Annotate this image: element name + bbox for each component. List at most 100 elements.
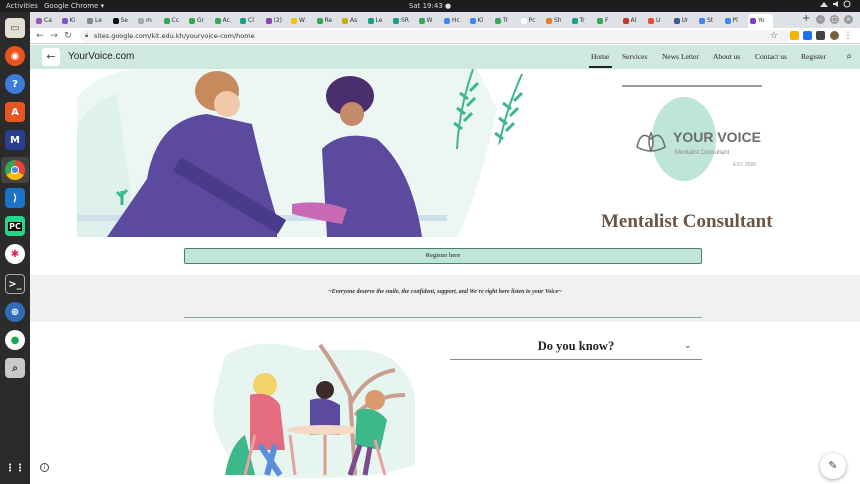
browser-tab[interactable]: Pc: [519, 14, 544, 28]
logo-established: EST. 2020: [733, 162, 756, 168]
mongodb-icon[interactable]: ●: [5, 330, 25, 350]
firefox-icon[interactable]: ◉: [5, 46, 25, 66]
logo-text: YOUR VOICE: [673, 129, 761, 145]
tab-favicon-icon: [291, 18, 297, 24]
browser-tab[interactable]: SR: [391, 14, 416, 28]
pycharm-icon[interactable]: PC: [5, 216, 25, 236]
forward-arrow-icon[interactable]: →: [48, 30, 60, 42]
browser-tab[interactable]: Ac: [213, 14, 238, 28]
tab-label: m: [146, 17, 152, 24]
edit-pencil-icon[interactable]: ✎: [820, 453, 846, 479]
files-icon[interactable]: ▭: [5, 18, 25, 38]
new-tab-button[interactable]: +: [802, 13, 810, 24]
system-top-bar: Activities Google Chrome ▾ Sat 19:43 ●: [0, 0, 860, 12]
maximize-button[interactable]: □: [830, 15, 839, 24]
browser-tab[interactable]: Ki: [60, 14, 85, 28]
register-here-button[interactable]: Register here: [184, 248, 702, 264]
back-arrow-icon[interactable]: ←: [34, 30, 46, 42]
browser-tab[interactable]: F: [595, 14, 620, 28]
browser-tab[interactable]: (2): [264, 14, 289, 28]
tab-label: As: [350, 17, 358, 24]
tab-favicon-icon: [163, 18, 170, 24]
nav-register[interactable]: Register: [801, 45, 826, 69]
tab-label: U: [656, 17, 661, 24]
tab-label: Ki: [69, 17, 76, 24]
browser-tab[interactable]: Gr: [187, 14, 212, 28]
quote-section: ~Everyone deserve the smile, the confide…: [30, 275, 860, 322]
tab-favicon-icon: [87, 18, 93, 24]
browser-tab[interactable]: W: [417, 14, 442, 28]
extensions-puzzle-icon[interactable]: [816, 31, 825, 40]
browser-tab[interactable]: Le: [366, 14, 391, 28]
slack-icon[interactable]: ✱: [5, 244, 25, 264]
browser-tab[interactable]: U: [646, 14, 671, 28]
browser-tab[interactable]: m: [136, 14, 161, 28]
tab-favicon-icon: [393, 18, 399, 24]
browser-tab[interactable]: Al: [621, 14, 646, 28]
extension-icon-1[interactable]: [790, 31, 799, 40]
tab-label: Gr: [197, 17, 205, 24]
tab-favicon-icon: [240, 18, 246, 24]
site-title[interactable]: YourVoice.com: [68, 45, 134, 69]
browser-tab[interactable]: W: [289, 14, 314, 28]
show-apps-icon[interactable]: ⋮⋮: [5, 458, 25, 478]
nav-services[interactable]: Services: [622, 45, 647, 69]
browser-tab[interactable]: As: [340, 14, 365, 28]
nav-newsletter[interactable]: News Letter: [662, 45, 699, 69]
extension-icon-2[interactable]: [803, 31, 812, 40]
vscode-icon[interactable]: ⟩: [5, 188, 25, 208]
help-icon[interactable]: ?: [5, 74, 25, 94]
tab-label: F: [605, 17, 609, 24]
browser-tab[interactable]: Cc: [162, 14, 187, 28]
browser-tab[interactable]: Ca: [34, 14, 59, 28]
terminal-icon[interactable]: >_: [5, 274, 25, 294]
clock[interactable]: Sat 19:43 ●: [400, 0, 460, 12]
image-viewer-icon[interactable]: ⌕: [5, 358, 25, 378]
nav-about-us[interactable]: About us: [713, 45, 740, 69]
profile-avatar[interactable]: [830, 31, 839, 40]
chrome-menu-icon[interactable]: ⋮: [842, 30, 854, 42]
do-you-know-heading[interactable]: Do you know?: [450, 339, 702, 354]
chevron-down-icon[interactable]: ⌄: [684, 341, 692, 351]
writer-icon[interactable]: M: [5, 130, 25, 150]
system-tray[interactable]: [818, 0, 854, 12]
reload-icon[interactable]: ↻: [62, 30, 74, 42]
browser-tab[interactable]: St: [697, 14, 722, 28]
app-menu[interactable]: Google Chrome ▾: [44, 0, 104, 12]
minimize-button[interactable]: –: [816, 15, 825, 24]
browser-tab[interactable]: Hc: [442, 14, 467, 28]
browser-tab[interactable]: Pl: [723, 14, 748, 28]
active-nav-indicator: [589, 66, 612, 68]
browser-tab[interactable]: Kl: [468, 14, 493, 28]
chrome-icon[interactable]: [5, 160, 25, 180]
tray-icons: [820, 0, 851, 8]
browser-tab[interactable]: Se: [111, 14, 136, 28]
browser-tab[interactable]: Re: [315, 14, 340, 28]
info-icon[interactable]: i: [40, 463, 49, 472]
browser-tab[interactable]: Le: [85, 14, 110, 28]
browser-tab[interactable]: Cl: [238, 14, 263, 28]
browser-tab[interactable]: Sh: [544, 14, 569, 28]
browser-tab[interactable]: Yo: [748, 14, 773, 28]
website: ← YourVoice.com Home Services News Lette…: [30, 45, 860, 484]
volume-icon: [833, 1, 838, 7]
nav-contact-us[interactable]: Contact us: [755, 45, 787, 69]
activities-button[interactable]: Activities: [6, 0, 38, 12]
site-nav-bar: ← YourVoice.com Home Services News Lette…: [30, 45, 860, 69]
dock: ▭ ◉ ? A M ⟩ PC ✱ >_ ⊕ ● ⌕ ⋮⋮: [0, 12, 30, 484]
tab-label: Kl: [477, 17, 484, 24]
back-arrow-icon[interactable]: ←: [42, 48, 60, 66]
tab-favicon-icon: [750, 18, 756, 24]
software-center-icon[interactable]: A: [5, 102, 25, 122]
address-bar[interactable]: 🔒︎ sites.google.com/kit.edu.kh/yourvoice…: [80, 30, 790, 42]
browser-tab[interactable]: Ur: [672, 14, 697, 28]
browser-tab[interactable]: Tr: [570, 14, 595, 28]
tab-label: Sh: [554, 17, 562, 24]
logo-subtitle: Mentalist Consultant: [675, 150, 730, 156]
network-app-icon[interactable]: ⊕: [5, 302, 25, 322]
bookmark-star-icon[interactable]: ☆: [768, 30, 780, 42]
browser-tab[interactable]: Tr: [493, 14, 518, 28]
close-window-button[interactable]: ×: [844, 15, 853, 24]
search-icon[interactable]: ⌕: [846, 45, 852, 69]
tab-label: Cc: [171, 17, 180, 24]
